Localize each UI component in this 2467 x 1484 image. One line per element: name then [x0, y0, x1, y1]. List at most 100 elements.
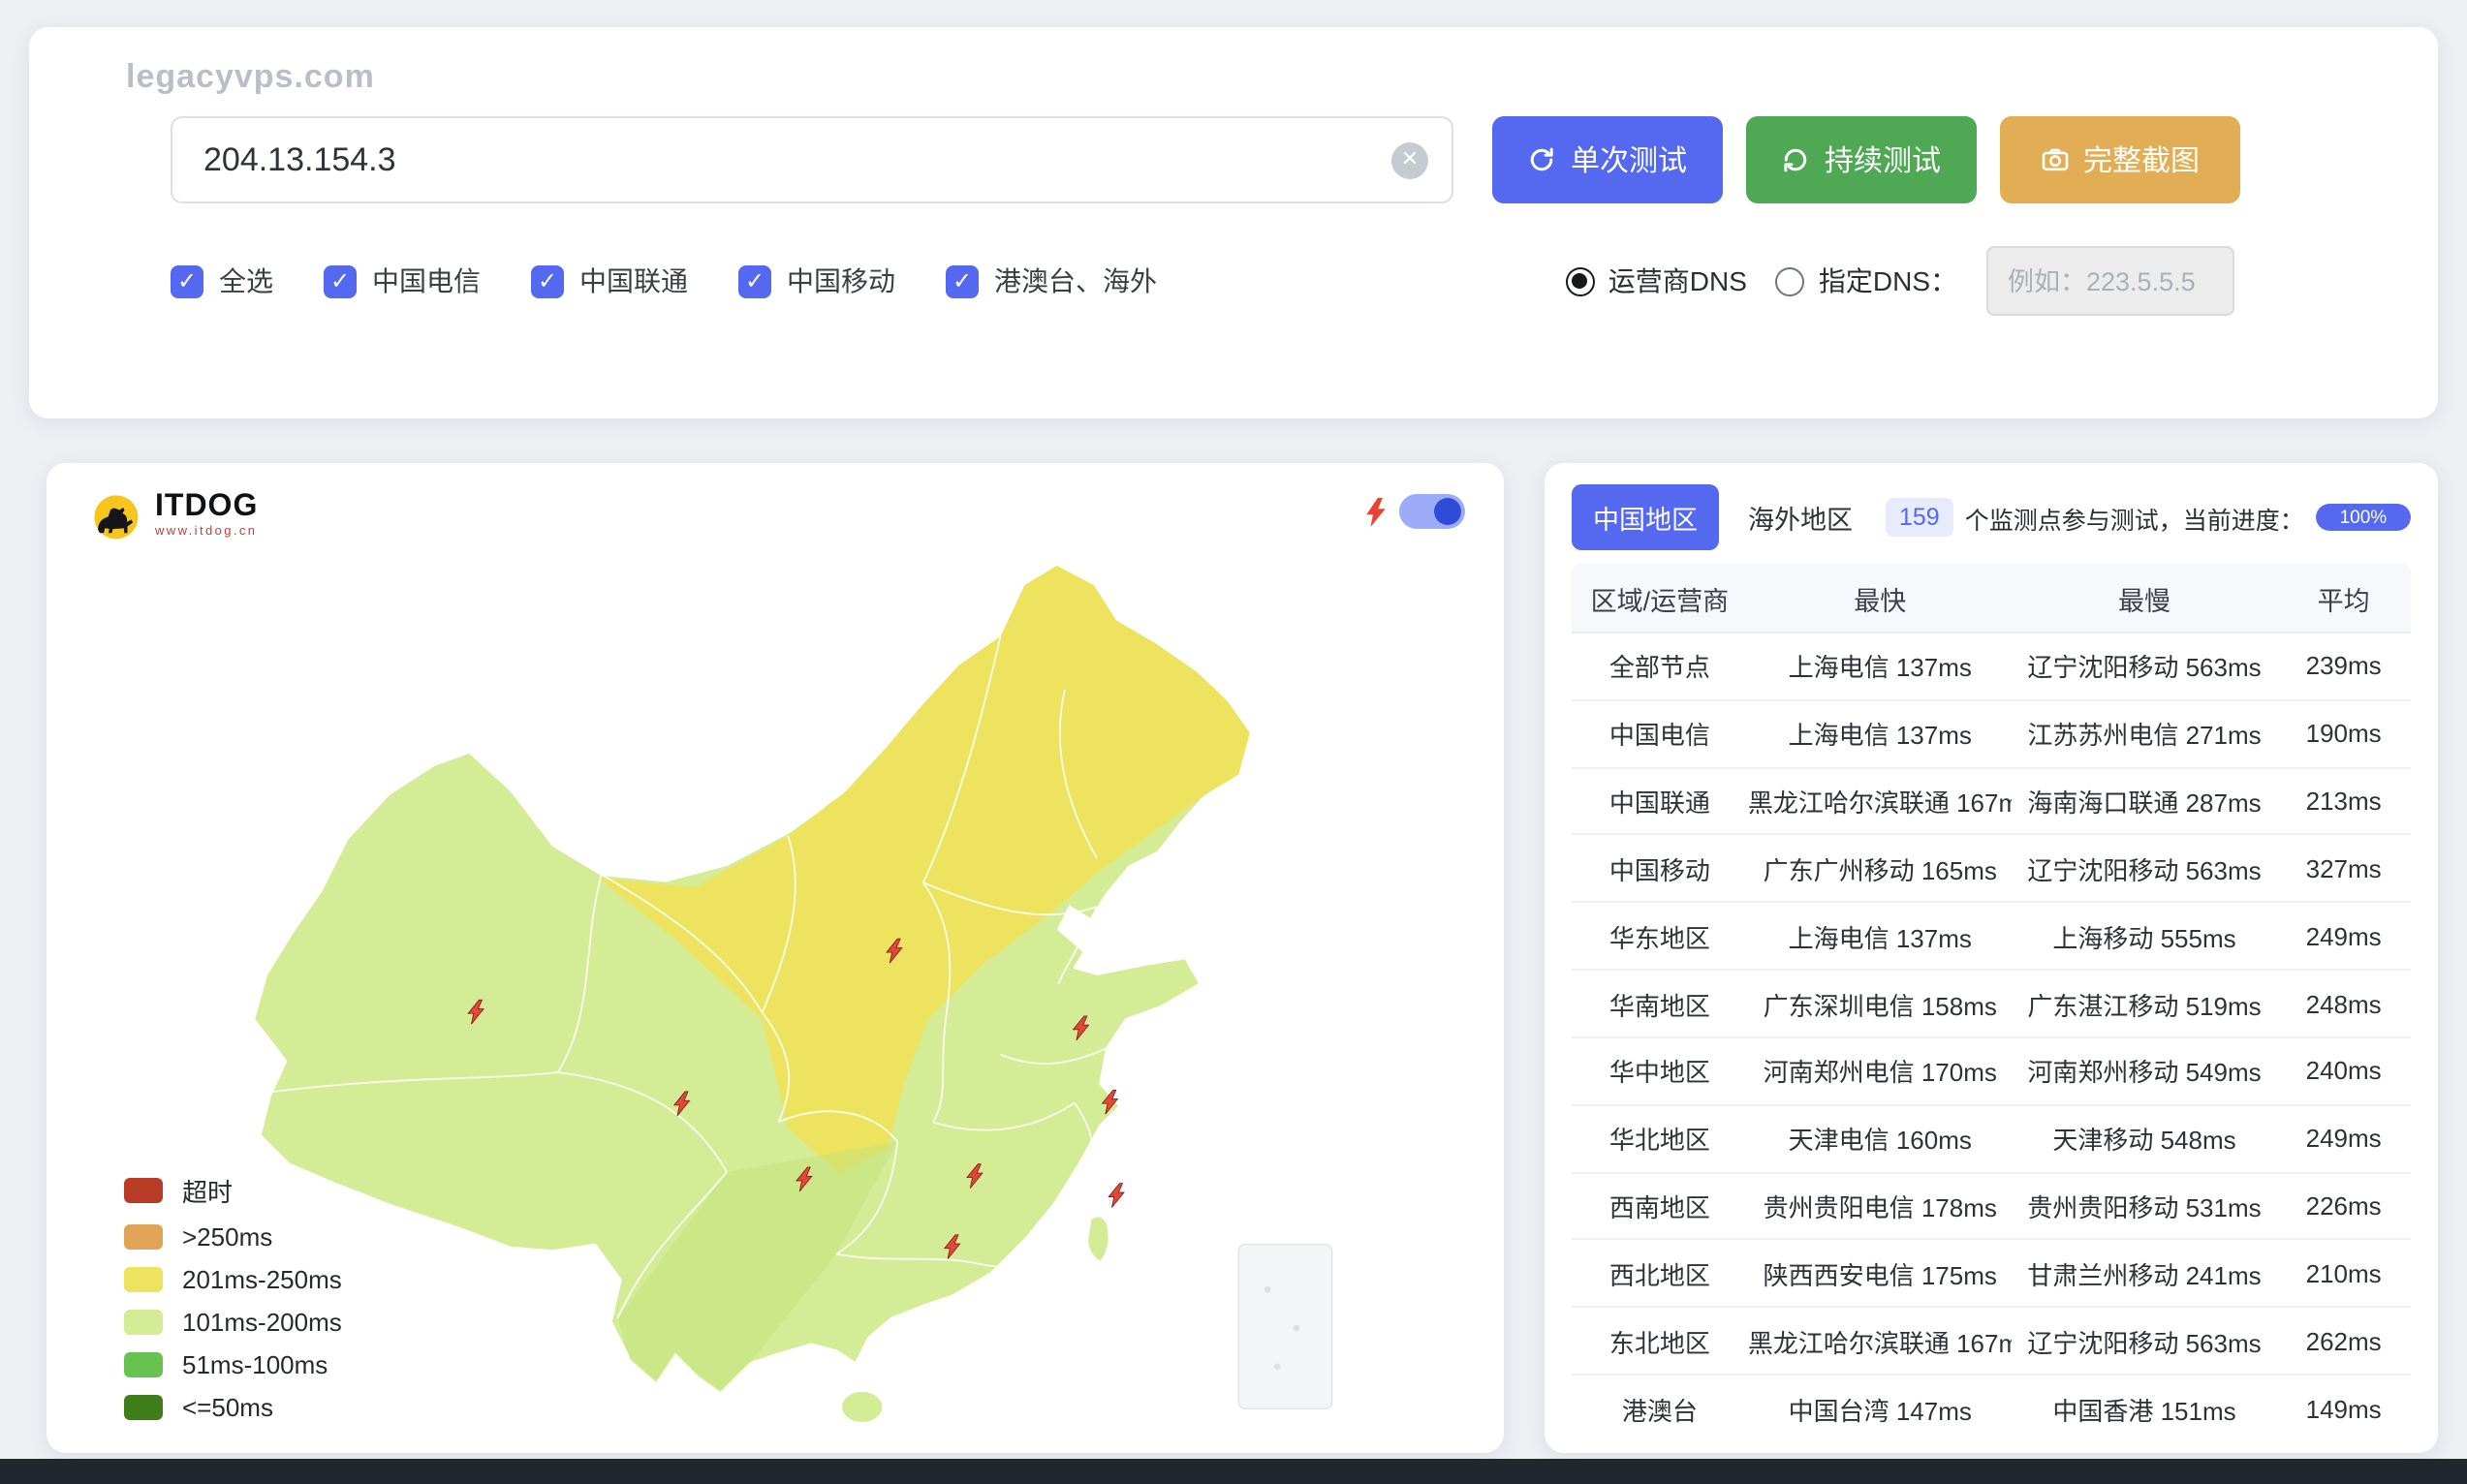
logo-title: ITDOG	[155, 491, 258, 522]
map-card: ITDOG www.itdog.cn	[47, 463, 1504, 1453]
legend-label: 201ms-250ms	[182, 1265, 342, 1294]
watermark: legacyvps.com	[126, 58, 2438, 97]
checkbox-checked-icon[interactable]: ✓	[531, 264, 564, 297]
legend-swatch	[124, 1395, 163, 1420]
legend-item: <=50ms	[124, 1393, 342, 1422]
cell-slowest: 天津移动 548ms	[2013, 1120, 2277, 1157]
cell-average: 190ms	[2276, 719, 2411, 748]
continuous-test-label: 持续测试	[1825, 139, 1941, 180]
checkbox-label: 中国电信	[372, 262, 481, 300]
checkbox-option[interactable]: ✓ 全选	[171, 262, 273, 300]
legend-item: 51ms-100ms	[124, 1350, 342, 1379]
cell-region: 西北地区	[1572, 1255, 1748, 1292]
checkbox-checked-icon[interactable]: ✓	[324, 264, 357, 297]
cell-fastest: 黑龙江哈尔滨联通 167ms	[1748, 1322, 2013, 1359]
dns-radio-group: 运营商DNS 指定DNS：	[1566, 246, 2234, 316]
options-row: ✓ 全选 ✓ 中国电信 ✓ 中国联通 ✓ 中国	[171, 246, 2234, 316]
radio-unselected-icon[interactable]	[1776, 266, 1805, 295]
map-header: ITDOG www.itdog.cn	[47, 463, 1504, 544]
header-region: 区域/运营商	[1572, 578, 1748, 617]
header-fastest: 最快	[1748, 578, 2013, 617]
itdog-logo: ITDOG www.itdog.cn	[85, 486, 258, 544]
cell-slowest: 甘肃兰州移动 241ms	[2013, 1255, 2277, 1292]
target-input[interactable]	[171, 116, 1453, 203]
table-row: 华东地区 上海电信 137ms 上海移动 555ms 249ms	[1572, 904, 2411, 972]
legend-label: 51ms-100ms	[182, 1350, 328, 1379]
cell-region: 华南地区	[1572, 985, 1748, 1022]
continuous-test-button[interactable]: 持续测试	[1746, 116, 1977, 203]
carrier-dns-radio[interactable]: 运营商DNS	[1566, 262, 1747, 300]
region-tab[interactable]: 中国地区	[1572, 484, 1719, 550]
toggle-knob	[1434, 498, 1461, 525]
cell-fastest: 陕西西安电信 175ms	[1748, 1255, 2013, 1292]
cell-average: 213ms	[2276, 787, 2411, 816]
cell-slowest: 中国香港 151ms	[2013, 1390, 2277, 1427]
results-card: 中国地区 海外地区 159 个监测点参与测试，当前进度： 100% 区域/运营商…	[1545, 463, 2438, 1453]
table-row: 西南地区 贵州贵阳电信 178ms 贵州贵阳移动 531ms 226ms	[1572, 1173, 2411, 1241]
south-china-sea-inset	[1238, 1245, 1331, 1408]
table-row: 华南地区 广东深圳电信 158ms 广东湛江移动 519ms 248ms	[1572, 971, 2411, 1038]
taiwan-island	[1087, 1217, 1109, 1262]
full-screenshot-button[interactable]: 完整截图	[2000, 116, 2240, 203]
legend-swatch	[124, 1224, 163, 1250]
legend-item: 101ms-200ms	[124, 1308, 342, 1337]
results-table: 区域/运营商 最快 最慢 平均 全部节点 上海电信 137ms 辽宁沈阳移动 5…	[1572, 564, 2411, 1441]
table-row: 中国移动 广东广州移动 165ms 辽宁沈阳移动 563ms 327ms	[1572, 836, 2411, 904]
checkbox-checked-icon[interactable]: ✓	[738, 264, 771, 297]
checkbox-option[interactable]: ✓ 港澳台、海外	[946, 262, 1157, 300]
cell-average: 240ms	[2276, 1057, 2411, 1086]
checkbox-option[interactable]: ✓ 中国联通	[531, 262, 688, 300]
legend-label: 超时	[182, 1172, 233, 1209]
cell-region: 华东地区	[1572, 917, 1748, 954]
legend-item: >250ms	[124, 1222, 342, 1252]
cell-fastest: 广东深圳电信 158ms	[1748, 985, 2013, 1022]
checkbox-option[interactable]: ✓ 中国电信	[324, 262, 481, 300]
progress-label: 个监测点参与测试，当前进度：	[1965, 499, 2304, 536]
cell-average: 248ms	[2276, 989, 2411, 1018]
cell-region: 中国移动	[1572, 850, 1748, 887]
table-row: 华中地区 河南郑州电信 170ms 河南郑州移动 549ms 240ms	[1572, 1038, 2411, 1106]
region-tabs: 中国地区 海外地区	[1572, 484, 1874, 550]
checkbox-checked-icon[interactable]: ✓	[946, 264, 979, 297]
cell-fastest: 天津电信 160ms	[1748, 1120, 2013, 1157]
cell-region: 全部节点	[1572, 648, 1748, 685]
cell-region: 东北地区	[1572, 1322, 1748, 1359]
test-input-row: ✕ 单次测试 持续测试	[171, 116, 2438, 203]
region-tab[interactable]: 海外地区	[1727, 484, 1874, 550]
cell-slowest: 辽宁沈阳移动 563ms	[2013, 1322, 2277, 1359]
checkbox-checked-icon[interactable]: ✓	[171, 264, 203, 297]
radio-selected-icon[interactable]	[1566, 266, 1595, 295]
legend-label: <=50ms	[182, 1393, 273, 1422]
hainan-island	[841, 1391, 883, 1423]
target-input-wrap: ✕	[171, 116, 1453, 203]
progress-fill: 100%	[2316, 504, 2411, 531]
table-row: 华北地区 天津电信 160ms 天津移动 548ms 249ms	[1572, 1106, 2411, 1174]
footer-strip	[0, 1459, 2467, 1484]
legend-label: >250ms	[182, 1222, 272, 1252]
cell-slowest: 辽宁沈阳移动 563ms	[2013, 850, 2277, 887]
checkbox-option[interactable]: ✓ 中国移动	[738, 262, 895, 300]
cell-region: 西南地区	[1572, 1188, 1748, 1224]
cell-slowest: 江苏苏州电信 271ms	[2013, 715, 2277, 752]
table-header-row: 区域/运营商 最快 最慢 平均	[1572, 564, 2411, 634]
legend-swatch	[124, 1352, 163, 1377]
legend-swatch	[124, 1178, 163, 1203]
clear-input-icon[interactable]: ✕	[1391, 141, 1428, 178]
carrier-checkbox-group: ✓ 全选 ✓ 中国电信 ✓ 中国联通 ✓ 中国	[171, 262, 1157, 300]
checkbox-label: 中国移动	[787, 262, 895, 300]
cell-region: 华中地区	[1572, 1053, 1748, 1090]
cell-slowest: 海南海口联通 287ms	[2013, 783, 2277, 819]
cell-slowest: 辽宁沈阳移动 563ms	[2013, 648, 2277, 685]
checkbox-label: 全选	[219, 262, 273, 300]
cell-fastest: 上海电信 137ms	[1748, 648, 2013, 685]
custom-dns-input[interactable]	[1986, 246, 2234, 316]
legend-swatch	[124, 1267, 163, 1292]
map-toggle-switch[interactable]	[1399, 494, 1465, 529]
page: legacyvps.com ✕ 单次测试 持续测试	[0, 0, 2467, 1484]
lightning-icon	[1364, 497, 1388, 526]
custom-dns-radio[interactable]: 指定DNS：	[1776, 262, 1957, 300]
monitor-count-badge: 159	[1886, 498, 1953, 537]
cell-fastest: 广东广州移动 165ms	[1748, 850, 2013, 887]
cell-fastest: 黑龙江哈尔滨联通 167ms	[1748, 783, 2013, 819]
single-test-button[interactable]: 单次测试	[1492, 116, 1723, 203]
